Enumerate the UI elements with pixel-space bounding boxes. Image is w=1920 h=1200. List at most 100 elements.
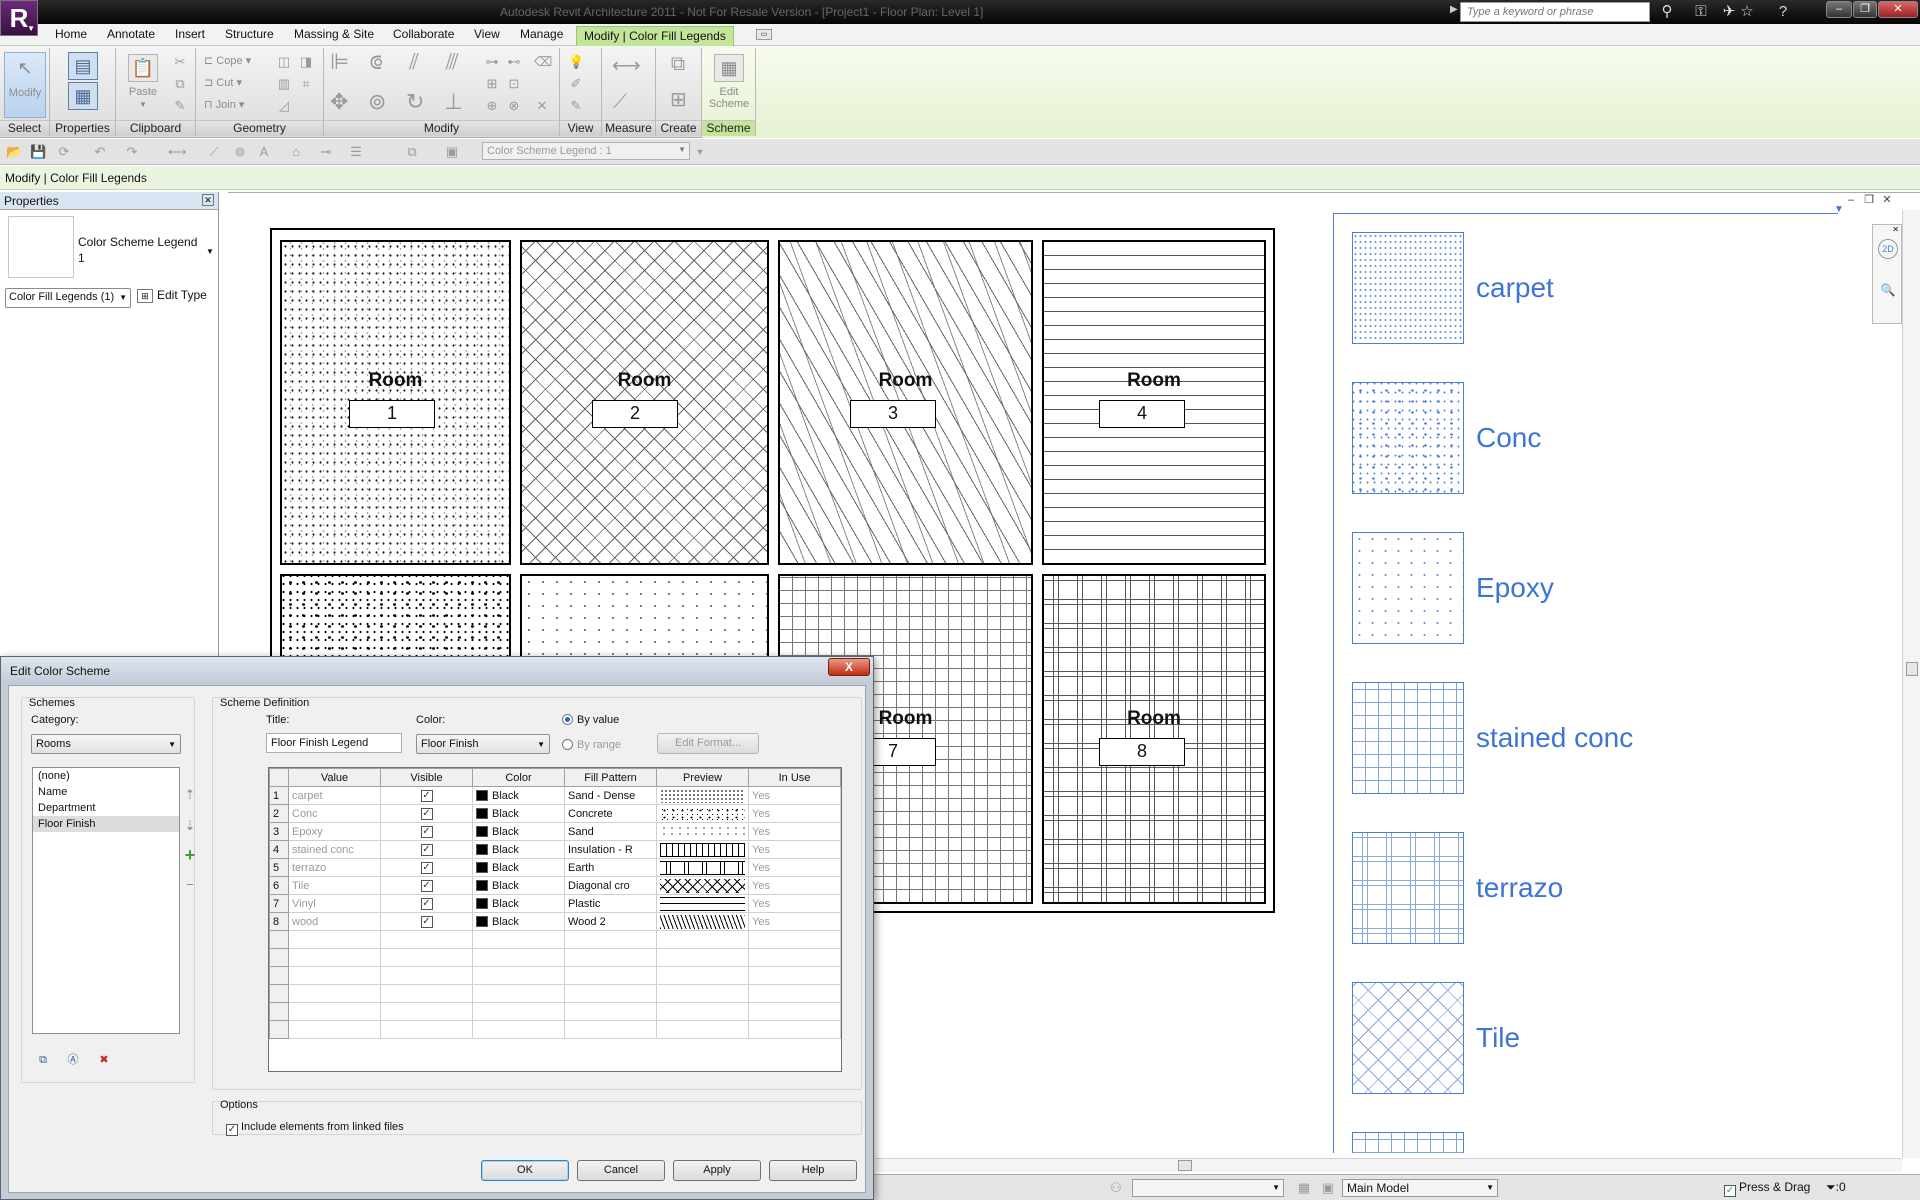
fill-pattern-cell[interactable]: Plastic xyxy=(564,894,657,913)
close-icon[interactable]: ✕ xyxy=(202,194,214,206)
scissors-icon[interactable]: ✂ xyxy=(172,54,188,70)
rename-scheme-icon[interactable]: Ⓐ xyxy=(65,1052,81,1068)
split-gap-icon[interactable]: ⊷ xyxy=(506,54,522,70)
vertical-scrollbar[interactable] xyxy=(1902,210,1920,1158)
switch-windows-icon[interactable]: ▣ xyxy=(444,144,460,160)
align-icon[interactable]: ⊫ xyxy=(330,51,349,73)
open-icon[interactable]: 📂 xyxy=(6,144,22,160)
color-cell[interactable]: Black xyxy=(472,786,565,805)
room-tag[interactable]: 1 xyxy=(349,400,435,428)
delete-scheme-icon[interactable]: ✖ xyxy=(96,1052,112,1068)
checkmark-icon[interactable]: ✓ xyxy=(420,898,433,910)
ribbon-minimize-toggle[interactable]: ▭ xyxy=(756,29,772,40)
value-cell[interactable]: wood xyxy=(288,912,381,931)
color-cell[interactable]: Black xyxy=(472,876,565,895)
column-header[interactable]: Value xyxy=(288,768,381,787)
fill-pattern-cell[interactable]: Concrete xyxy=(564,804,657,823)
fill-pattern-cell[interactable]: Wood 2 xyxy=(564,912,657,931)
tab-structure[interactable]: Structure xyxy=(225,27,274,41)
instance-filter-select[interactable]: Color Fill Legends (1) ▼ xyxy=(5,288,131,308)
room-tag[interactable]: 3 xyxy=(850,400,936,428)
color-fill-legend[interactable]: carpet Conc Epoxy stained conc terrazo T… xyxy=(1333,213,1838,1153)
value-cell[interactable]: Conc xyxy=(288,804,381,823)
visible-cell[interactable]: ✓ xyxy=(380,840,473,859)
cut-button[interactable]: ⊐ Cut ▾ xyxy=(204,76,242,89)
table-row[interactable]: 3 Epoxy ✓ Black Sand Yes xyxy=(269,822,841,841)
checkmark-icon[interactable]: ✓ xyxy=(420,790,433,802)
checkmark-icon[interactable]: ✓ xyxy=(420,862,433,874)
room-tag[interactable]: 4 xyxy=(1099,400,1185,428)
tab-insert[interactable]: Insert xyxy=(175,27,205,41)
visible-cell[interactable]: ✓ xyxy=(380,786,473,805)
room-4[interactable]: Room 4 xyxy=(1042,240,1266,565)
type-selector-combo[interactable]: Color Scheme Legend : 1 ▼ xyxy=(482,142,690,160)
value-cell[interactable]: carpet xyxy=(288,786,381,805)
minimize-window-button[interactable]: – xyxy=(1826,1,1852,18)
remove-value-icon[interactable]: − xyxy=(181,876,199,894)
create-group-icon[interactable]: ⊞ xyxy=(670,90,687,110)
close-hidden-windows-icon[interactable]: ⧉ xyxy=(404,144,420,160)
minimize-view-icon[interactable]: – xyxy=(1844,193,1858,207)
scroll-thumb[interactable] xyxy=(1906,662,1918,676)
text-icon[interactable]: A xyxy=(256,144,272,160)
qat-customize-icon[interactable]: ▼ xyxy=(692,144,708,160)
legend-title-input[interactable]: Floor Finish Legend xyxy=(266,733,402,753)
fill-pattern-cell[interactable]: Sand xyxy=(564,822,657,841)
dimension-icon[interactable]: ⟋ xyxy=(612,92,628,112)
column-header[interactable]: In Use xyxy=(748,768,841,787)
help-search-input[interactable]: Type a keyword or phrase xyxy=(1460,2,1650,22)
tab-massing-site[interactable]: Massing & Site xyxy=(294,27,374,41)
workset-combo[interactable]: ▼ xyxy=(1132,1179,1284,1197)
override-graphics-icon[interactable]: ✎ xyxy=(568,98,584,114)
checkmark-icon[interactable]: ✓ xyxy=(420,826,433,838)
color-cell[interactable]: Black xyxy=(472,894,565,913)
table-row[interactable]: 1 carpet ✓ Black Sand - Dense Yes xyxy=(269,786,841,805)
table-row[interactable]: 2 Conc ✓ Black Concrete Yes xyxy=(269,804,841,823)
color-cell[interactable]: Black xyxy=(472,912,565,931)
copy-element-icon[interactable]: ⊚ xyxy=(368,91,386,113)
visible-cell[interactable]: ✓ xyxy=(380,822,473,841)
dialog-title-bar[interactable]: Edit Color Scheme X xyxy=(1,657,873,683)
editable-only-icon[interactable]: ▣ xyxy=(1320,1180,1336,1196)
zoom-icon[interactable]: 🔍 xyxy=(1879,283,1897,301)
aligned-dimension-icon[interactable]: ⟋ xyxy=(206,144,222,160)
section-icon[interactable]: ⊸ xyxy=(318,144,334,160)
press-drag-toggle[interactable]: ✓ Press & Drag xyxy=(1724,1180,1810,1197)
ok-button[interactable]: OK xyxy=(481,1160,569,1181)
delete-icon[interactable]: ⌫ xyxy=(534,54,552,70)
chevron-down-icon[interactable]: ▼ xyxy=(206,247,214,256)
search-expand-icon[interactable]: ▶ xyxy=(1450,4,1458,15)
visible-cell[interactable]: ✓ xyxy=(380,912,473,931)
type-selector[interactable]: Color Scheme Legend 1 xyxy=(78,234,198,266)
room-3[interactable]: Room 3 xyxy=(778,240,1033,565)
array-icon[interactable]: ⊞ xyxy=(484,76,500,92)
fill-pattern-cell[interactable]: Diagonal cro xyxy=(564,876,657,895)
tab-home[interactable]: Home xyxy=(55,27,87,41)
design-option-combo[interactable]: Main Model ▼ xyxy=(1342,1179,1498,1197)
move-icon[interactable]: ✥ xyxy=(330,91,348,113)
application-menu-button[interactable]: R ▼ xyxy=(0,0,38,36)
binoculars-icon[interactable]: ⚲ xyxy=(1656,2,1678,22)
scroll-thumb[interactable] xyxy=(1178,1160,1192,1171)
table-row[interactable]: 5 terrazo ✓ Black Earth Yes xyxy=(269,858,841,877)
edit-type-button[interactable]: ⊞ Edit Type xyxy=(137,288,207,303)
color-cell[interactable]: Black xyxy=(472,858,565,877)
trim-icon[interactable]: ⊥ xyxy=(444,91,463,113)
checkmark-icon[interactable]: ✓ xyxy=(420,808,433,820)
list-item[interactable]: Department xyxy=(33,800,179,816)
worksets-icon[interactable]: ⚇ xyxy=(1108,1180,1124,1196)
fill-pattern-cell[interactable]: Insulation - R xyxy=(564,840,657,859)
create-similar-icon[interactable]: ⧉ xyxy=(670,54,686,74)
list-item[interactable]: Name xyxy=(33,784,179,800)
checkmark-icon[interactable]: ✓ xyxy=(420,880,433,892)
list-item-selected[interactable]: Floor Finish xyxy=(33,816,179,832)
table-row[interactable]: 4 stained conc ✓ Black Insulation - R Yes xyxy=(269,840,841,859)
room-tag[interactable]: 8 xyxy=(1099,738,1185,766)
fill-pattern-cell[interactable]: Sand - Dense xyxy=(564,786,657,805)
room-2[interactable]: Room 2 xyxy=(520,240,769,565)
subscription-icon[interactable]: ⚿ xyxy=(1690,2,1712,22)
pin-icon[interactable]: ⊕ xyxy=(484,98,500,114)
steering-wheel-icon[interactable]: 2D xyxy=(1878,239,1898,259)
value-cell[interactable]: terrazo xyxy=(288,858,381,877)
column-header[interactable]: Preview xyxy=(656,768,749,787)
